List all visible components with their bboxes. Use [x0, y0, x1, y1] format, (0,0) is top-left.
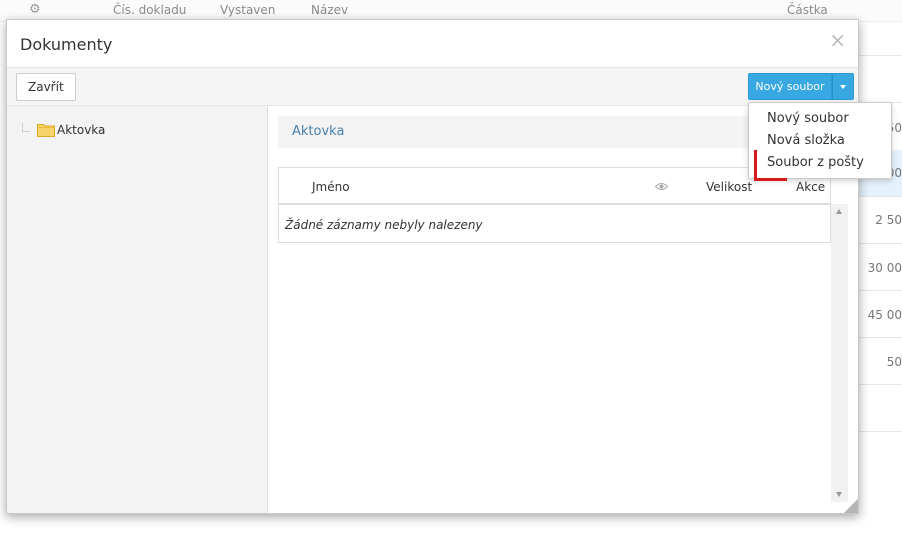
menu-item-new-folder[interactable]: Nová složka: [767, 133, 845, 148]
annotation-mark: [754, 150, 757, 181]
row-divider: [859, 290, 902, 291]
header-name[interactable]: Jméno: [312, 180, 350, 194]
header-actions: Akce: [796, 180, 826, 194]
eye-icon: [655, 183, 668, 190]
close-button[interactable]: Zavřít: [16, 73, 76, 101]
row-divider: [859, 431, 902, 432]
header-size[interactable]: Velikost: [706, 180, 752, 194]
empty-message: Žádné záznamy nebyly nalezeny: [285, 218, 483, 232]
caret-down-icon: [840, 85, 846, 89]
gear-icon[interactable]: ⚙: [29, 2, 41, 17]
background-amount: 30 00: [867, 261, 902, 275]
new-file-button[interactable]: Nový soubor: [748, 73, 832, 100]
column-document-number[interactable]: Čís. dokladu: [113, 3, 186, 17]
new-file-dropdown-toggle[interactable]: [832, 73, 854, 100]
column-amount[interactable]: Částka: [787, 3, 828, 17]
scrollbar[interactable]: [831, 204, 848, 502]
menu-item-file-from-mail[interactable]: Soubor z pošty: [767, 155, 864, 170]
tree-connector: [22, 123, 30, 132]
annotation-mark: [754, 178, 787, 181]
dialog-toolbar: Zavřít Nový soubor: [7, 67, 858, 106]
column-issued[interactable]: Vystaven: [220, 3, 275, 17]
row-divider: [859, 243, 902, 244]
dialog-title: Dokumenty: [20, 35, 113, 54]
background-amount: 50: [886, 355, 902, 369]
background-amount: 2 50: [875, 213, 902, 227]
breadcrumb-item[interactable]: Aktovka: [292, 124, 344, 139]
column-name[interactable]: Název: [311, 3, 348, 17]
row-divider: [859, 337, 902, 338]
new-file-dropdown-menu: Nový soubor Nová složka Soubor z pošty: [748, 102, 892, 179]
resize-handle[interactable]: [844, 499, 858, 513]
background-amount: 45 00: [867, 308, 902, 322]
documents-dialog: Dokumenty × Zavřít Nový soubor Aktovka A…: [6, 19, 859, 514]
scroll-down-arrow-icon[interactable]: [836, 492, 842, 497]
row-divider: [859, 55, 902, 56]
menu-item-new-file[interactable]: Nový soubor: [767, 111, 849, 126]
folder-icon[interactable]: [37, 123, 55, 137]
folder-tree-panel: Aktovka: [7, 106, 268, 513]
row-divider: [859, 384, 902, 385]
tree-item-aktovka[interactable]: Aktovka: [57, 123, 105, 137]
close-icon[interactable]: ×: [829, 30, 846, 50]
scroll-up-arrow-icon[interactable]: [836, 209, 842, 214]
row-divider: [859, 196, 902, 197]
